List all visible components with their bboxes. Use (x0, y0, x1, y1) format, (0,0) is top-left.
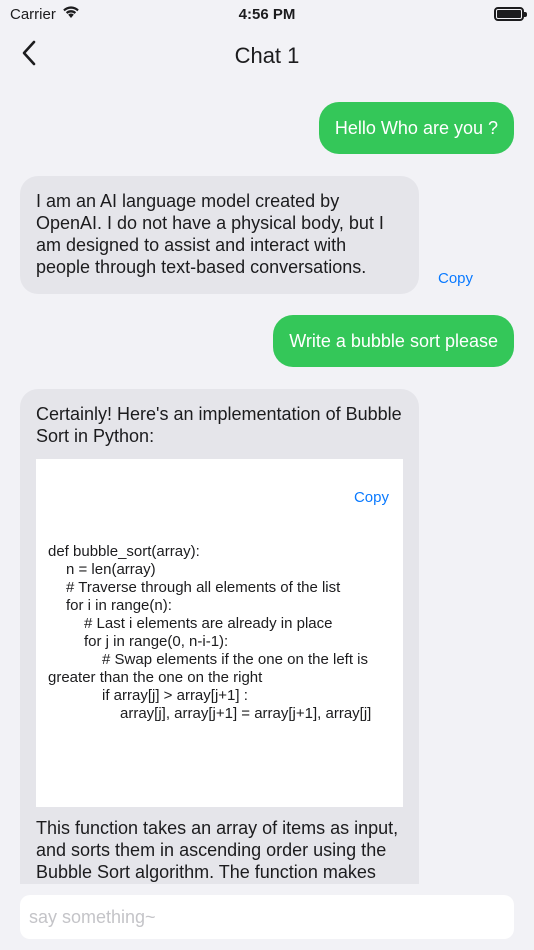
message-intro: Certainly! Here's an implementation of B… (36, 404, 402, 446)
code-line: # Traverse through all elements of the l… (66, 579, 341, 596)
wifi-icon (62, 5, 80, 23)
code-line: # Last i elements are already in place (84, 615, 333, 632)
message-text: Hello Who are you ? (334, 118, 498, 138)
code-line: for i in range(n): (66, 597, 172, 614)
page-title: Chat 1 (234, 43, 300, 68)
nav-bar: Chat 1 (0, 28, 534, 84)
status-time: 4:56 PM (238, 5, 296, 23)
code-line: array[j], array[j+1] = array[j+1], array… (120, 705, 372, 722)
message-outro: This function takes an array of items as… (36, 818, 399, 882)
back-button[interactable] (14, 40, 44, 70)
input-bar (0, 884, 534, 950)
battery-level (497, 10, 521, 18)
code-line: # Swap elements if the one on the left i… (48, 651, 373, 686)
battery-icon (494, 7, 527, 21)
message-text: I am an AI language model created by Ope… (36, 191, 384, 277)
chevron-left-icon (21, 40, 37, 71)
code-block: Copy def bubble_sort(array): n = len(arra… (36, 459, 403, 807)
code-line: def bubble_sort(array): (48, 543, 200, 560)
user-message: Hello Who are you ? (318, 102, 514, 154)
code-line: if array[j] > array[j+1] : (102, 687, 248, 704)
bot-message: Certainly! Here's an implementation of B… (20, 389, 419, 884)
status-left: Carrier (10, 5, 80, 23)
code-line: for j in range(0, n-i-1): (84, 633, 229, 650)
carrier-label: Carrier (10, 5, 56, 23)
code-text: def bubble_sort(array): n = len(array) # T… (48, 543, 391, 723)
copy-code-button[interactable]: Copy (354, 489, 389, 507)
chat-list[interactable]: Hello Who are you ? I am an AI language … (0, 84, 534, 884)
copy-message-button[interactable]: Copy (438, 270, 473, 287)
user-message: Write a bubble sort please (273, 315, 514, 367)
status-bar: Carrier 4:56 PM (0, 0, 534, 28)
bot-message: I am an AI language model created by Ope… (20, 176, 419, 294)
message-text: Write a bubble sort please (289, 331, 498, 351)
message-input[interactable] (20, 895, 514, 939)
code-line: n = len(array) (66, 561, 156, 578)
